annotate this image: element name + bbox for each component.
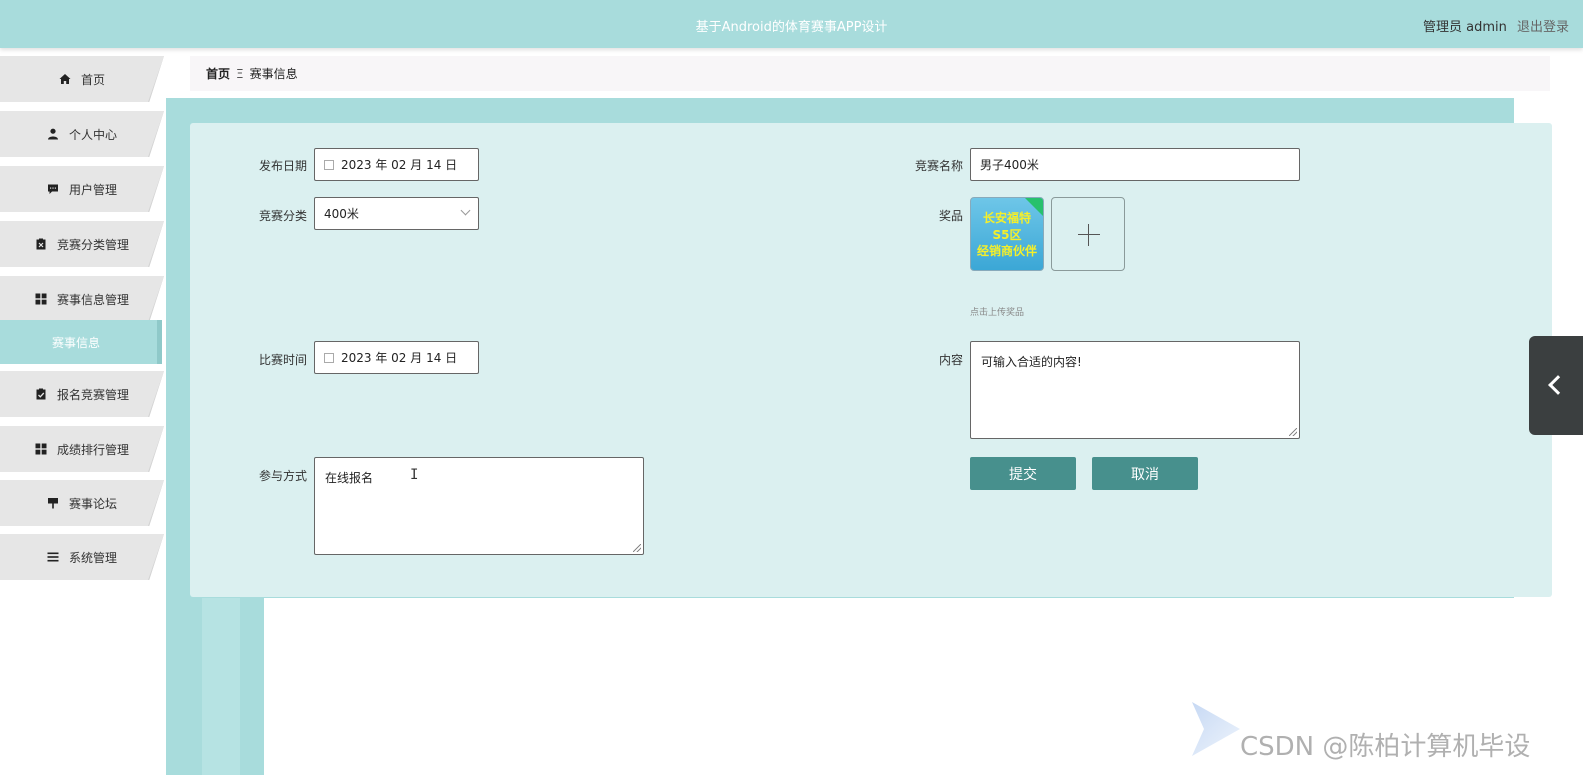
side-panel-toggle[interactable] (1529, 336, 1583, 435)
breadcrumb: 首页 Ξ 赛事信息 (190, 56, 1550, 91)
prize-image-text: 经销商伙伴 (976, 244, 1037, 258)
chevron-down-icon (460, 205, 471, 216)
content-label: 内容 (939, 353, 964, 367)
clipboard-check-icon (35, 388, 47, 400)
watermark: CSDN @陈柏计算机毕设 (1240, 732, 1531, 762)
participation-value: 在线报名 (325, 471, 374, 485)
user-area: 管理员 admin 退出登录 (1423, 16, 1569, 35)
sidebar-item-label: 成绩排行管理 (56, 442, 129, 457)
sidebar: 首页 个人中心 用户管理 竞赛分类管理 赛事信息管理 赛事信息 报名竞赛管理 成… (0, 48, 166, 775)
category-label: 竞赛分类 (259, 209, 308, 223)
prize-image[interactable]: 长安福特S5区 经销商伙伴 (970, 197, 1044, 271)
participation-label: 参与方式 (259, 469, 308, 483)
top-bar: 基于Android的体育赛事APP设计 管理员 admin 退出登录 (0, 0, 1583, 48)
grid-icon (35, 293, 47, 305)
sidebar-item-home[interactable]: 首页 (0, 56, 164, 102)
image-corner-badge (1025, 198, 1043, 216)
sidebar-item-label: 用户管理 (68, 182, 117, 197)
match-time-value: 2023 年 02 月 14 日 (341, 351, 458, 365)
home-icon (59, 73, 71, 85)
sidebar-item-forum[interactable]: 赛事论坛 (0, 480, 164, 526)
submit-button[interactable]: 提交 (970, 457, 1076, 490)
sidebar-item-registration-management[interactable]: 报名竞赛管理 (0, 371, 164, 417)
upload-prize-button[interactable] (1051, 197, 1125, 271)
sidebar-item-label: 赛事论坛 (68, 496, 117, 511)
upload-hint: 点击上传奖品 (970, 308, 1025, 318)
match-time-label: 比赛时间 (259, 353, 308, 367)
logout-link[interactable]: 退出登录 (1517, 20, 1569, 35)
competition-name-label: 竞赛名称 (915, 159, 964, 173)
plus-icon (1078, 234, 1100, 235)
publish-date-label: 发布日期 (259, 159, 308, 173)
sidebar-item-label: 竞赛分类管理 (56, 237, 129, 252)
user-icon (47, 128, 59, 140)
sidebar-item-ranking-management[interactable]: 成绩排行管理 (0, 426, 164, 472)
cancel-button[interactable]: 取消 (1092, 457, 1198, 490)
content-textarea[interactable]: 可输入合适的内容! (970, 341, 1300, 439)
publish-date-value: 2023 年 02 月 14 日 (341, 158, 458, 172)
resize-handle-icon[interactable] (1289, 428, 1297, 436)
sidebar-subitem-event-info[interactable]: 赛事信息 (0, 320, 162, 364)
publish-date-field[interactable]: 2023 年 02 月 14 日 (314, 148, 479, 181)
menu-icon (47, 551, 59, 563)
text-cursor-icon: I (410, 467, 419, 483)
sidebar-item-profile[interactable]: 个人中心 (0, 111, 164, 157)
app-title: 基于Android的体育赛事APP设计 (695, 20, 888, 35)
sidebar-item-label: 报名竞赛管理 (56, 387, 129, 402)
chevron-left-icon (1548, 375, 1568, 395)
category-select[interactable]: 400米 (314, 197, 479, 230)
sidebar-item-system[interactable]: 系统管理 (0, 534, 164, 580)
participation-textarea[interactable]: 在线报名 (314, 457, 644, 555)
sidebar-item-users[interactable]: 用户管理 (0, 166, 164, 212)
sidebar-item-event-management[interactable]: 赛事信息管理 (0, 276, 164, 322)
sidebar-item-label: 赛事信息管理 (56, 292, 129, 307)
breadcrumb-home[interactable]: 首页 (206, 65, 230, 82)
match-time-field[interactable]: 2023 年 02 月 14 日 (314, 341, 479, 374)
clipboard-icon (35, 238, 47, 250)
competition-name-input[interactable]: 男子400米 (970, 148, 1300, 181)
prize-label: 奖品 (939, 209, 964, 223)
calendar-icon (324, 159, 334, 170)
sidebar-item-label: 首页 (80, 72, 105, 87)
calendar-icon (324, 352, 334, 363)
breadcrumb-current: 赛事信息 (249, 67, 298, 81)
grid-icon (35, 443, 47, 455)
competition-name-value: 男子400米 (980, 158, 1039, 172)
content-value: 可输入合适的内容! (981, 355, 1082, 369)
sidebar-item-label: 个人中心 (68, 127, 117, 142)
category-value: 400米 (324, 207, 359, 221)
sidebar-item-label: 赛事信息 (52, 335, 101, 350)
sidebar-item-category-management[interactable]: 竞赛分类管理 (0, 221, 164, 267)
sidebar-item-label: 系统管理 (68, 550, 117, 565)
plus-icon (1088, 224, 1089, 246)
signpost-icon (47, 497, 59, 509)
resize-handle-icon[interactable] (633, 544, 641, 552)
breadcrumb-separator: Ξ (236, 66, 244, 81)
chat-icon (47, 183, 59, 195)
content-background-strip (202, 598, 240, 775)
current-user: 管理员 admin (1422, 20, 1507, 35)
